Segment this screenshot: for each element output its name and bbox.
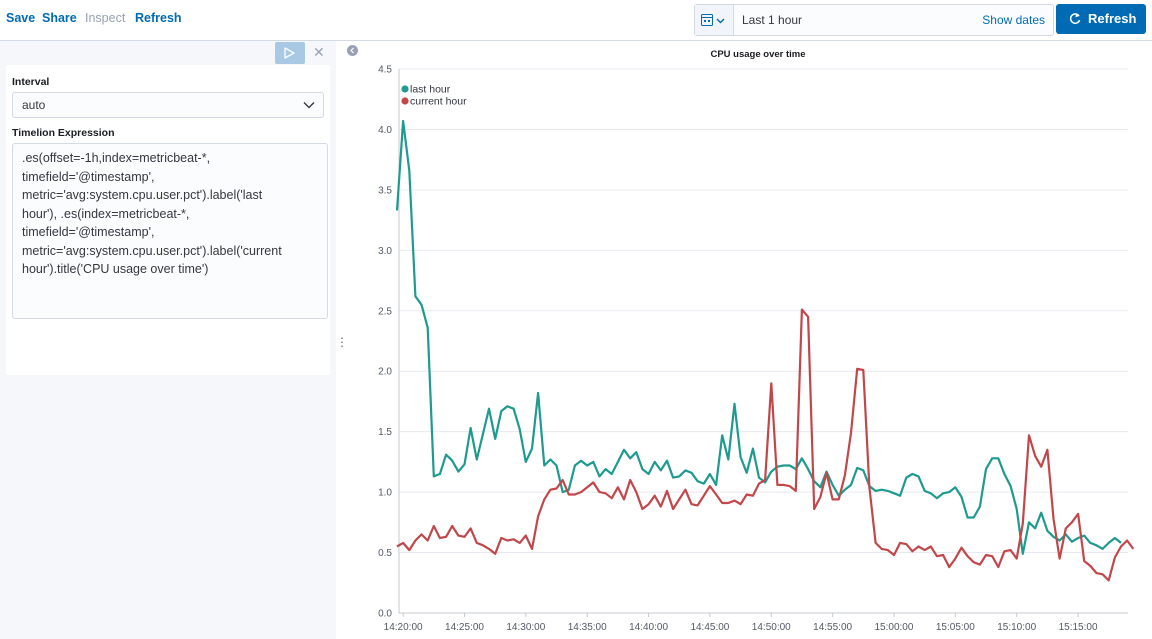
- chevron-left-icon: [350, 47, 354, 54]
- top-nav: Save Share Inspect Refresh Last 1 hour S…: [0, 0, 1152, 41]
- y-tick-label: 2.5: [378, 306, 392, 317]
- legend-swatch: [401, 85, 409, 93]
- x-tick-label: 15:15:00: [1059, 622, 1098, 633]
- interval-label: Interval: [12, 76, 50, 88]
- y-tick-label: 1.5: [378, 427, 392, 438]
- interval-select[interactable]: auto: [12, 92, 324, 118]
- x-tick-label: 14:30:00: [506, 622, 545, 633]
- y-tick-label: 1.0: [378, 488, 392, 499]
- x-tick-label: 15:00:00: [875, 622, 914, 633]
- y-tick-label: 4.5: [378, 65, 392, 76]
- show-dates-button[interactable]: Show dates: [982, 13, 1045, 27]
- close-icon[interactable]: ✕: [313, 44, 325, 61]
- x-tick-label: 14:45:00: [690, 622, 729, 633]
- chart-title: CPU usage over time: [710, 49, 805, 60]
- y-tick-label: 4.0: [378, 125, 392, 136]
- series-line-last-hour: [395, 119, 1122, 555]
- panel-resize-handle[interactable]: ⋮: [336, 335, 348, 349]
- cpu-usage-chart: CPU usage over time 0.0 0.5 1.0 1.5 2.0 2.5 3.0…: [378, 49, 1135, 633]
- legend-label: current hour: [410, 96, 467, 108]
- play-icon: [284, 47, 295, 59]
- date-picker: Last 1 hour Show dates: [694, 4, 1054, 36]
- calendar-icon: [701, 14, 725, 26]
- inspect-link[interactable]: Inspect: [85, 11, 125, 25]
- x-tick-label: 15:05:00: [936, 622, 975, 633]
- y-tick-label: 3.0: [378, 246, 392, 257]
- refresh-icon: [1069, 13, 1081, 24]
- legend-label: last hour: [410, 84, 451, 96]
- y-tick-label: 0.5: [378, 548, 392, 559]
- y-tick-label: 0.0: [378, 609, 392, 620]
- x-tick-label: 14:20:00: [384, 622, 423, 633]
- refresh-button[interactable]: Refresh: [1056, 4, 1146, 34]
- x-tick-label: 14:25:00: [445, 622, 484, 633]
- share-link[interactable]: Share: [42, 11, 77, 25]
- interval-value: auto: [22, 98, 46, 112]
- collapse-panel-button[interactable]: [347, 45, 358, 56]
- legend-swatch: [401, 97, 409, 105]
- x-tick-label: 14:55:00: [813, 622, 852, 633]
- date-quick-menu-button[interactable]: [695, 5, 734, 35]
- expression-label: Timelion Expression: [12, 127, 115, 139]
- x-tick-label: 14:50:00: [752, 622, 791, 633]
- refresh-link[interactable]: Refresh: [135, 11, 182, 25]
- date-range-label[interactable]: Last 1 hour: [742, 13, 802, 27]
- editor-card: Interval auto Timelion Expression .es(of…: [6, 65, 330, 375]
- series-line-current-hour: [396, 308, 1135, 582]
- editor-panel: ✕ Interval auto Timelion Expression .es(…: [0, 41, 336, 639]
- chevron-down-icon: [303, 102, 315, 109]
- x-tick-label: 15:10:00: [997, 622, 1036, 633]
- expression-textarea[interactable]: .es(offset=-1h,index=metricbeat-*, timef…: [12, 143, 328, 319]
- x-tick-label: 14:35:00: [568, 622, 607, 633]
- y-tick-label: 2.0: [378, 367, 392, 378]
- y-tick-label: 3.5: [378, 185, 392, 196]
- x-tick-label: 14:40:00: [629, 622, 668, 633]
- refresh-button-label: Refresh: [1088, 11, 1137, 26]
- run-button[interactable]: [275, 42, 305, 64]
- save-link[interactable]: Save: [6, 11, 35, 25]
